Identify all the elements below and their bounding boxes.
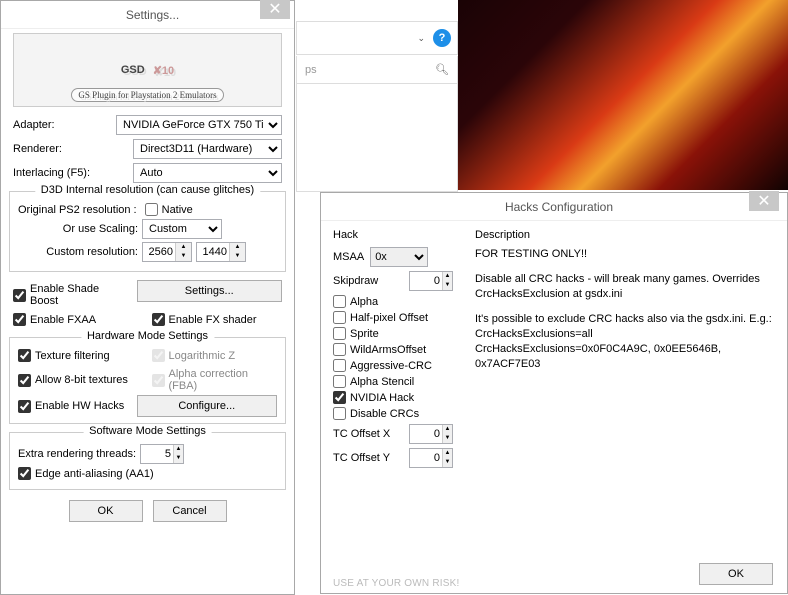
alpha-stencil-checkbox[interactable] xyxy=(333,375,346,388)
hardware-mode-group: Hardware Mode Settings Texture filtering… xyxy=(9,337,286,424)
texture-filtering-checkbox[interactable] xyxy=(18,349,31,362)
risk-warning: USE AT YOUR OWN RISK! xyxy=(333,578,459,589)
nvidia-hack-checkbox[interactable] xyxy=(333,391,346,404)
hw-group-title: Hardware Mode Settings xyxy=(81,330,214,342)
hacks-ok-button[interactable]: OK xyxy=(699,563,773,585)
res-width-spinner[interactable]: ▲▼ xyxy=(142,242,192,262)
settings-title: Settings... xyxy=(126,8,179,22)
msaa-label: MSAA xyxy=(333,251,364,263)
orig-res-label: Original PS2 resolution : xyxy=(18,204,137,216)
cancel-button[interactable]: Cancel xyxy=(153,500,227,522)
skipdraw-spinner[interactable]: ▲▼ xyxy=(409,271,453,291)
alpha-correction-label: Alpha correction (FBA) xyxy=(169,368,278,392)
edge-aa-checkbox[interactable] xyxy=(18,467,31,480)
close-icon[interactable]: ✕ xyxy=(749,191,779,211)
wildarms-checkbox[interactable] xyxy=(333,343,346,356)
background-toolbar: ⌄ ? xyxy=(296,21,458,55)
scaling-label: Or use Scaling: xyxy=(18,223,138,235)
tc-offset-y-spinner[interactable]: ▲▼ xyxy=(409,448,453,468)
shade-boost-label: Enable Shade Boost xyxy=(30,283,129,307)
tc-offset-x-label: TC Offset X xyxy=(333,428,403,440)
tc-offset-y-label: TC Offset Y xyxy=(333,452,403,464)
close-icon[interactable]: ✕ xyxy=(260,0,290,19)
threads-spinner[interactable]: ▲▼ xyxy=(140,444,184,464)
wildarms-label: WildArmsOffset xyxy=(350,344,426,356)
allow-8bit-checkbox[interactable] xyxy=(18,374,31,387)
native-label: Native xyxy=(162,204,193,216)
d3d-group-title: D3D Internal resolution (can cause glitc… xyxy=(35,184,260,196)
nvidia-hack-label: NVIDIA Hack xyxy=(350,392,414,404)
help-icon[interactable]: ? xyxy=(433,29,451,47)
hack-heading: Hack xyxy=(333,229,463,241)
background-pane xyxy=(296,84,458,192)
sprite-label: Sprite xyxy=(350,328,379,340)
res-height-spinner[interactable]: ▲▼ xyxy=(196,242,246,262)
renderer-select[interactable]: Direct3D11 (Hardware) xyxy=(133,139,282,159)
interlacing-label: Interlacing (F5): xyxy=(13,167,133,179)
shade-boost-checkbox[interactable] xyxy=(13,289,26,302)
alpha-correction-checkbox xyxy=(152,374,165,387)
allow-8bit-label: Allow 8-bit textures xyxy=(35,374,128,386)
software-mode-group: Software Mode Settings Extra rendering t… xyxy=(9,432,286,490)
fxaa-label: Enable FXAA xyxy=(30,314,96,326)
alpha-checkbox[interactable] xyxy=(333,295,346,308)
d3d-resolution-group: D3D Internal resolution (can cause glitc… xyxy=(9,191,286,272)
halfpixel-checkbox[interactable] xyxy=(333,311,346,324)
scaling-select[interactable]: Custom xyxy=(142,219,222,239)
aggressive-crc-checkbox[interactable] xyxy=(333,359,346,372)
hacks-title: Hacks Configuration xyxy=(505,200,613,214)
log-z-label: Logarithmic Z xyxy=(169,350,236,362)
sprite-checkbox[interactable] xyxy=(333,327,346,340)
threads-label: Extra rendering threads: xyxy=(18,448,136,460)
hacks-config-window: Hacks Configuration ✕ Hack MSAA 0x Skipd… xyxy=(320,192,788,594)
description-text: FOR TESTING ONLY!! Disable all CRC hacks… xyxy=(475,247,775,372)
gsdx-logo: GSD✘10 GS Plugin for Playstation 2 Emula… xyxy=(13,33,282,107)
configure-button[interactable]: Configure... xyxy=(137,395,278,417)
background-search[interactable]: ps 🔍︎ xyxy=(296,56,458,84)
sw-group-title: Software Mode Settings xyxy=(83,425,212,437)
fx-shader-checkbox[interactable] xyxy=(152,313,165,326)
custom-res-label: Custom resolution: xyxy=(18,246,138,258)
texture-filtering-label: Texture filtering xyxy=(35,350,110,362)
search-icon[interactable]: 🔍︎ xyxy=(435,63,449,76)
edge-aa-label: Edge anti-aliasing (AA1) xyxy=(35,468,154,480)
disable-crcs-checkbox[interactable] xyxy=(333,407,346,420)
desktop-photo xyxy=(458,0,788,190)
alpha-label: Alpha xyxy=(350,296,378,308)
ok-button[interactable]: OK xyxy=(69,500,143,522)
fxaa-checkbox[interactable] xyxy=(13,313,26,326)
alpha-stencil-label: Alpha Stencil xyxy=(350,376,414,388)
hw-hacks-checkbox[interactable] xyxy=(18,400,31,413)
msaa-select[interactable]: 0x xyxy=(370,247,428,267)
settings-titlebar: Settings... ✕ xyxy=(1,1,294,29)
settings-window: Settings... ✕ GSD✘10 GS Plugin for Plays… xyxy=(0,0,295,595)
description-heading: Description xyxy=(475,229,775,241)
log-z-checkbox xyxy=(152,349,165,362)
skipdraw-label: Skipdraw xyxy=(333,275,403,287)
renderer-label: Renderer: xyxy=(13,143,133,155)
aggressive-crc-label: Aggressive-CRC xyxy=(350,360,432,372)
interlacing-select[interactable]: Auto xyxy=(133,163,282,183)
adapter-label: Adapter: xyxy=(13,119,116,131)
native-checkbox[interactable] xyxy=(145,203,158,216)
chevron-down-icon[interactable]: ⌄ xyxy=(417,33,425,44)
fx-shader-label: Enable FX shader xyxy=(169,314,257,326)
halfpixel-label: Half-pixel Offset xyxy=(350,312,428,324)
tc-offset-x-spinner[interactable]: ▲▼ xyxy=(409,424,453,444)
hw-hacks-label: Enable HW Hacks xyxy=(35,400,124,412)
search-text: ps xyxy=(305,64,317,76)
shade-settings-button[interactable]: Settings... xyxy=(137,280,283,302)
disable-crcs-label: Disable CRCs xyxy=(350,408,419,420)
hacks-titlebar: Hacks Configuration ✕ xyxy=(321,193,787,221)
adapter-select[interactable]: NVIDIA GeForce GTX 750 Ti xyxy=(116,115,282,135)
